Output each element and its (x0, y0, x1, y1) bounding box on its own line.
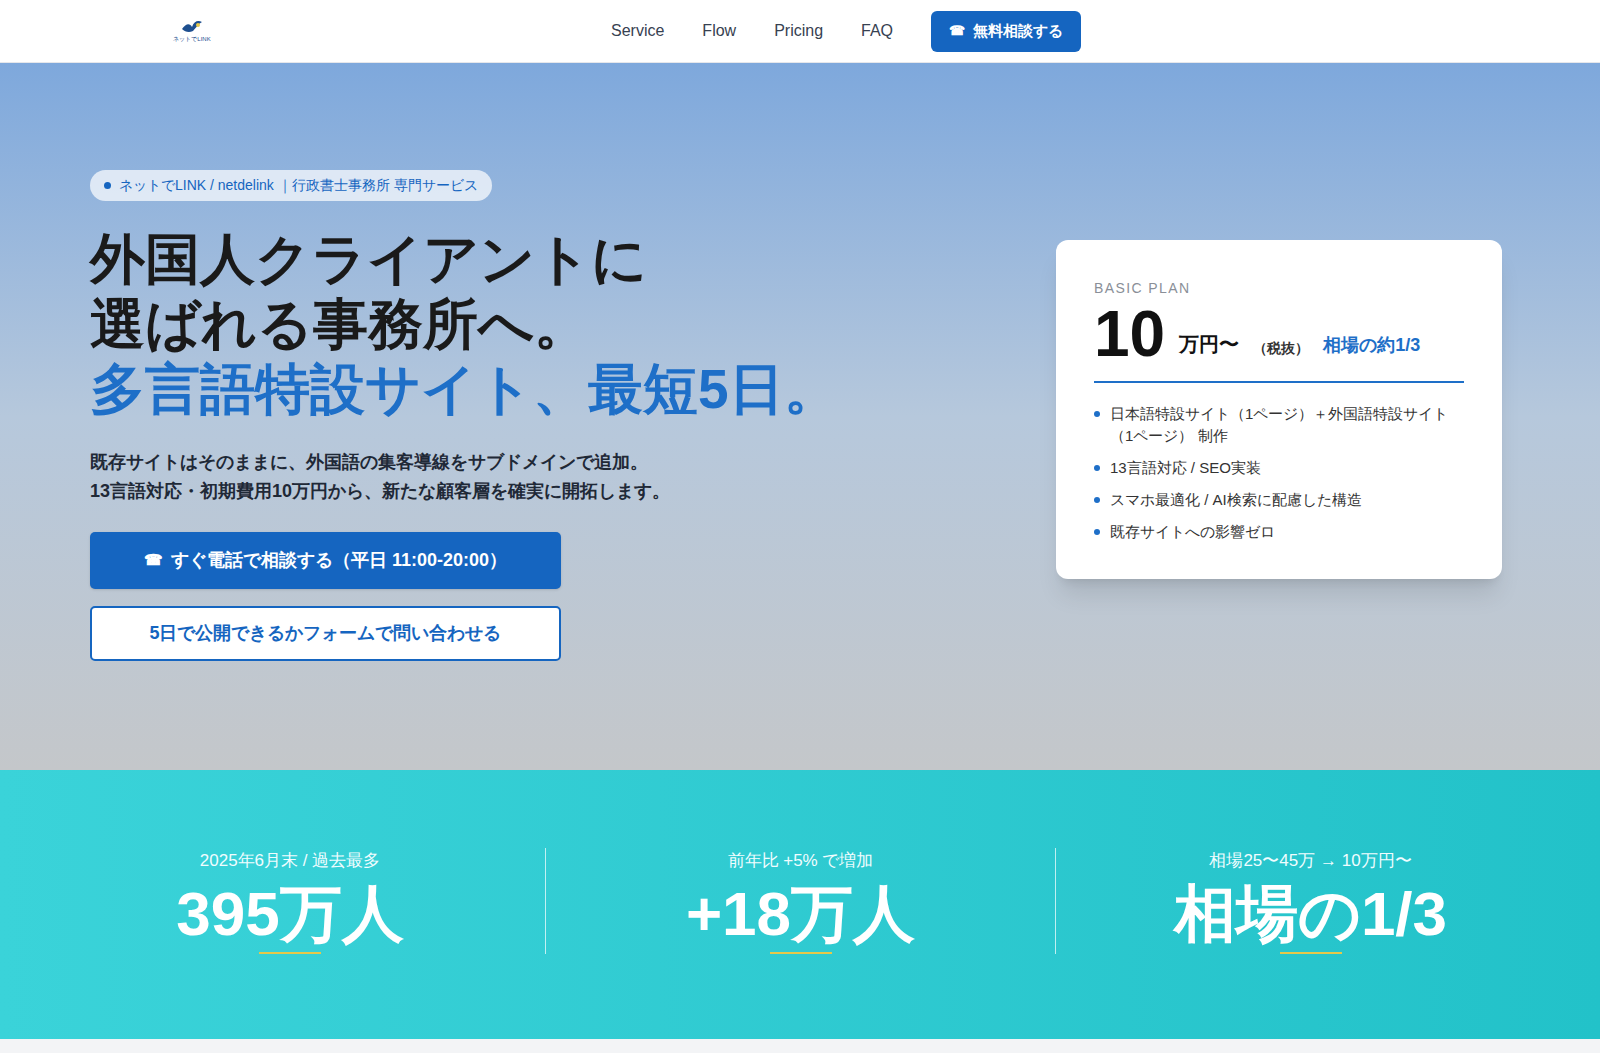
stat-underline (259, 952, 321, 954)
phone-icon: ☎ (144, 549, 163, 572)
hero-buttons: ☎すぐ電話で相談する（平日 11:00-20:00） 5日で公開できるかフォームで… (90, 532, 561, 661)
stats-band: 2025年6月末 / 過去最多 395万人 前年比 +5% で増加 +18万人 相場25… (0, 770, 1600, 1039)
stat-value: 相場の1/3 (1174, 878, 1447, 950)
stat-underline (770, 952, 832, 954)
stat-item: 相場25〜45万 → 10万円〜相場の1/3 (1055, 848, 1565, 954)
logo-text: ネットでLINK (173, 35, 210, 43)
form-button[interactable]: 5日で公開できるかフォームで問い合わせる (90, 606, 561, 661)
bullet-icon (1094, 497, 1100, 503)
bullet-icon (1094, 465, 1100, 471)
title-highlight: 多言語特設サイト、最短5日。 (90, 357, 839, 422)
nav-link[interactable]: FAQ (861, 19, 893, 43)
consult-button[interactable]: ☎無料相談する (931, 11, 1081, 52)
logo[interactable]: ネットでLINK (172, 19, 212, 43)
phone-icon: ☎ (949, 21, 965, 41)
nav-link[interactable]: Pricing (774, 19, 823, 43)
stat-caption: 前年比 +5% で増加 (728, 848, 874, 874)
bullet-icon (1094, 411, 1100, 417)
title-line: 外国人クライアントに (90, 227, 839, 292)
stat-caption: 2025年6月末 / 過去最多 (200, 848, 380, 874)
hero-badge: ネットでLINK / netdelink ｜行政書士事務所 専門サービス (90, 170, 492, 201)
plan-features: 日本語特設サイト（1ページ）＋外国語特設サイト（1ページ） 制作 13言語対応 /… (1094, 403, 1464, 543)
stat-item: 2025年6月末 / 過去最多 395万人 (35, 848, 545, 954)
stat-item: 前年比 +5% で増加 +18万人 (545, 848, 1055, 954)
page: ネットでLINKServiceFlowPricingFAQ☎無料相談するネットで… (0, 0, 1600, 1053)
description-line: 既存サイトはそのままに、外国語の集客導線をサブドメインで追加。 (90, 448, 670, 477)
main-nav: Service Flow Pricing FAQ ☎無料相談する (611, 11, 1081, 52)
plan-tax: （税抜） (1253, 338, 1309, 359)
plan-feature: 既存サイトへの影響ゼロ (1094, 521, 1464, 543)
plan-feature: 日本語特設サイト（1ページ）＋外国語特設サイト（1ページ） 制作 (1094, 403, 1464, 447)
stat-value: +18万人 (686, 878, 915, 950)
hero-description: 既存サイトはそのままに、外国語の集客導線をサブドメインで追加。13言語対応・初期… (90, 448, 670, 506)
plan-feature: 13言語対応 / SEO実装 (1094, 457, 1464, 479)
stats-grid: 2025年6月末 / 過去最多 395万人 前年比 +5% で増加 +18万人 相場25… (35, 848, 1565, 954)
stat-underline (1280, 952, 1342, 954)
plan-unit: 万円〜 (1179, 329, 1239, 359)
plan-price-row: 10 万円〜 （税抜） 相場の約1/3 (1094, 299, 1464, 383)
bird-logo-icon (180, 19, 204, 35)
site-header: ネットでLINK Service Flow Pricing FAQ ☎無料相談する (0, 0, 1600, 63)
hero-content: ネットでLINK / netdelink ｜行政書士事務所 専門サービス外国人ク… (90, 170, 839, 661)
hero-title: 外国人クライアントに選ばれる事務所へ。多言語特設サイト、最短5日。 (90, 227, 839, 422)
plan-label: BASIC PLAN (1094, 278, 1464, 299)
badge-dot-icon (104, 182, 111, 189)
nav-link[interactable]: Service (611, 19, 664, 43)
bullet-icon (1094, 529, 1100, 535)
nav-link[interactable]: Flow (702, 19, 736, 43)
plan-feature: スマホ最適化 / AI検索に配慮した構造 (1094, 489, 1464, 511)
title-line: 選ばれる事務所へ。 (90, 292, 839, 357)
description-line: 13言語対応・初期費用10万円から、新たな顧客層を確実に開拓します。 (90, 477, 670, 506)
stat-value: 395万人 (176, 878, 403, 950)
phone-button[interactable]: ☎すぐ電話で相談する（平日 11:00-20:00） (90, 532, 561, 589)
plan-compare: 相場の約1/3 (1323, 332, 1420, 359)
stat-caption: 相場25〜45万 → 10万円〜 (1209, 848, 1411, 874)
hero: ネットでLINK / netdelink ｜行政書士事務所 専門サービス外国人ク… (0, 63, 1600, 770)
plan-card: BASIC PLAN10 万円〜 （税抜） 相場の約1/3 日本語特設サイト（1ページ）… (1056, 240, 1502, 579)
plan-price: 10 (1094, 299, 1165, 369)
